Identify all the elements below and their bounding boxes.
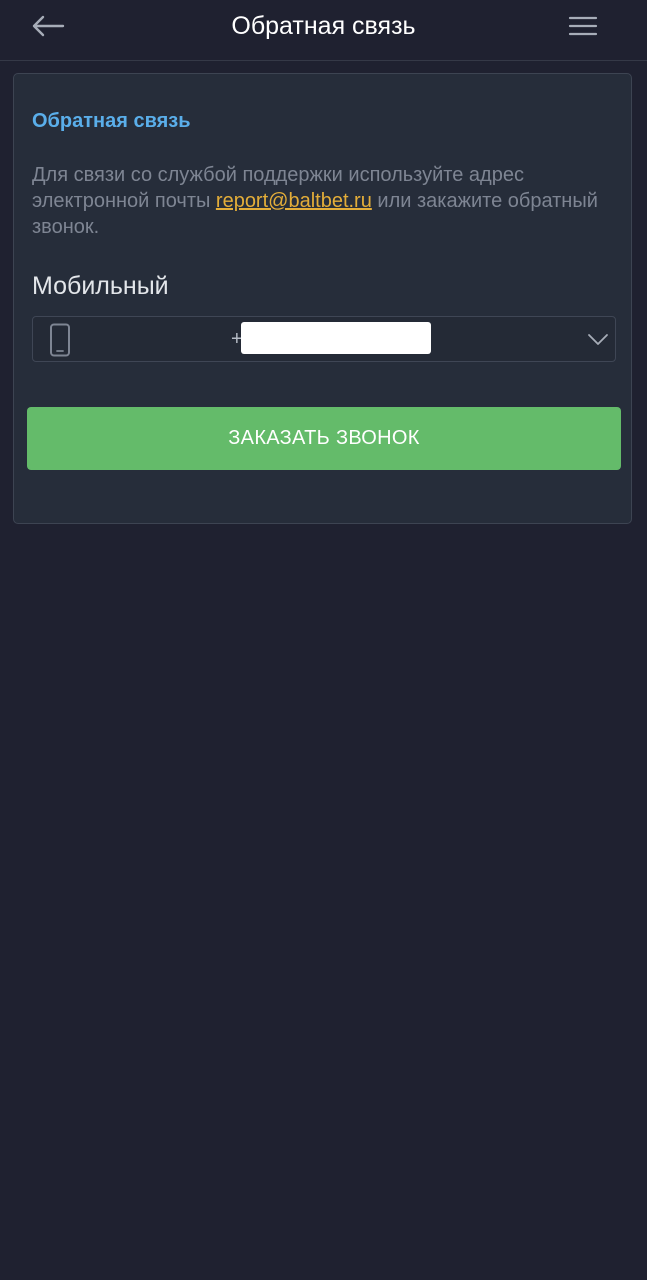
menu-icon <box>568 16 598 36</box>
page-title: Обратная связь <box>231 12 416 40</box>
mobile-phone-input[interactable]: + <box>32 316 616 362</box>
menu-button[interactable] <box>567 10 599 42</box>
feedback-screen: Обратная связь Обратная связь Для связи … <box>0 0 647 1280</box>
feedback-card: Обратная связь Для связи со службой подд… <box>13 73 632 524</box>
chevron-down-icon[interactable] <box>587 329 609 349</box>
support-email-link[interactable]: report@baltbet.ru <box>216 190 372 212</box>
mobile-phone-label: Мобильный <box>32 272 169 300</box>
smartphone-icon <box>50 323 70 357</box>
support-description: Для связи со службой поддержки используй… <box>32 162 612 240</box>
card-title: Обратная связь <box>32 110 191 132</box>
redacted-phone-number <box>241 322 431 354</box>
request-call-button[interactable]: ЗАКАЗАТЬ ЗВОНОК <box>27 407 621 470</box>
top-app-bar: Обратная связь <box>0 0 647 61</box>
